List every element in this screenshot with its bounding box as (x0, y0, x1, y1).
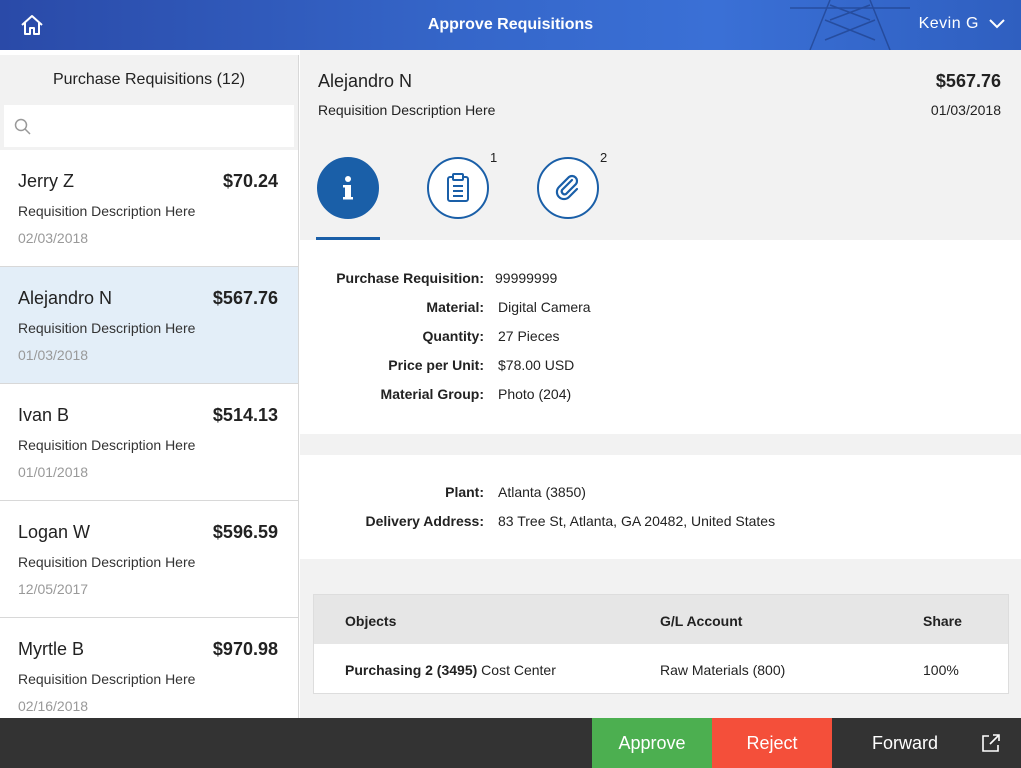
list-item[interactable]: Logan W $596.59 Requisition Description … (0, 501, 298, 618)
item-amount: $567.76 (212, 288, 278, 308)
item-amount: $514.13 (212, 405, 278, 425)
item-description: Requisition Description Here (18, 554, 196, 570)
item-date: 02/16/2018 (18, 698, 89, 714)
search-box[interactable] (4, 105, 294, 147)
item-date: 12/05/2017 (18, 581, 89, 597)
item-description: Requisition Description Here (18, 203, 196, 219)
item-description: Requisition Description Here (18, 671, 196, 687)
item-amount: $970.98 (212, 639, 278, 659)
field-value: 27 Pieces (498, 328, 560, 344)
account-assignment-table: Objects G/L Account Share Purchasing 2 (… (313, 594, 1009, 694)
action-footer: Approve Reject Forward (0, 718, 1021, 768)
requisition-list: Jerry Z $70.24 Requisition Description H… (0, 150, 298, 718)
field-value: 83 Tree St, Atlanta, GA 20482, United St… (498, 513, 776, 529)
clipboard-icon (447, 173, 469, 202)
item-date: 02/03/2018 (18, 230, 89, 246)
chevron-down-icon (989, 19, 1005, 29)
list-item[interactable]: Ivan B $514.13 Requisition Description H… (0, 384, 298, 501)
requisition-sidebar: Purchase Requisitions (12) Jerry Z $70.2… (0, 55, 299, 718)
field-row: Plant: Atlanta (3850) (300, 484, 1021, 504)
column-header: Share (923, 613, 962, 629)
item-description: Requisition Description Here (18, 437, 196, 453)
notes-count: 1 (490, 150, 498, 165)
user-name: Kevin G (918, 15, 979, 32)
tab-info[interactable] (317, 157, 379, 219)
share-cell: 100% (923, 662, 959, 678)
info-icon (343, 176, 353, 200)
list-item-selected[interactable]: Alejandro N $567.76 Requisition Descript… (0, 267, 298, 384)
app-header: Approve Requisitions Kevin G (0, 0, 1021, 50)
table-header: Objects G/L Account Share (314, 595, 1008, 644)
item-name: Myrtle B (18, 639, 85, 659)
field-value: Digital Camera (498, 299, 591, 315)
field-label: Material: (426, 299, 484, 315)
object-type: Cost Center (477, 662, 556, 678)
item-date: 01/01/2018 (18, 464, 89, 480)
field-row: Delivery Address: 83 Tree St, Atlanta, G… (300, 513, 1021, 533)
field-row: Quantity: 27 Pieces (300, 328, 1021, 348)
item-name: Alejandro N (18, 288, 113, 308)
field-row: Material Group: Photo (204) (300, 386, 1021, 406)
reject-button[interactable]: Reject (712, 718, 832, 768)
detail-description: Requisition Description Here (318, 102, 496, 118)
user-menu[interactable]: Kevin G (919, 15, 1005, 33)
list-item[interactable]: Myrtle B $970.98 Requisition Description… (0, 618, 298, 718)
approve-button[interactable]: Approve (592, 718, 712, 768)
detail-amount: $567.76 (935, 71, 1001, 91)
gl-account-cell: Raw Materials (800) (660, 662, 786, 678)
search-icon (14, 118, 31, 135)
detail-date: 01/03/2018 (930, 102, 1001, 118)
item-amount: $596.59 (212, 522, 278, 542)
item-name: Jerry Z (18, 171, 74, 191)
tab-notes[interactable] (427, 157, 489, 219)
page-title: Approve Requisitions (427, 16, 594, 33)
forward-label: Forward (872, 732, 939, 753)
field-label: Delivery Address: (365, 513, 484, 529)
field-label: Purchase Requisition: (336, 270, 484, 286)
field-label: Material Group: (380, 386, 484, 402)
field-row: Purchase Requisition: 99999999 (300, 270, 1021, 290)
detail-header: Alejandro N $567.76 Requisition Descript… (300, 50, 1021, 240)
detail-name: Alejandro N (318, 71, 413, 91)
item-name: Ivan B (18, 405, 70, 425)
forward-button[interactable]: Forward (832, 718, 1021, 768)
share-icon (982, 734, 1000, 752)
field-value: $78.00 USD (498, 357, 575, 373)
field-row: Price per Unit: $78.00 USD (300, 357, 1021, 377)
list-item[interactable]: Jerry Z $70.24 Requisition Description H… (0, 150, 298, 267)
field-value: 99999999 (495, 270, 558, 286)
field-label: Plant: (445, 484, 484, 500)
table-row: Purchasing 2 (3495) Cost Center Raw Mate… (314, 644, 1008, 694)
delivery-section: Plant: Atlanta (3850) Delivery Address: … (300, 455, 1021, 559)
paperclip-icon (555, 174, 579, 201)
field-label: Quantity: (422, 328, 484, 344)
detail-pane: Alejandro N $567.76 Requisition Descript… (300, 50, 1021, 718)
field-label: Price per Unit: (388, 357, 484, 373)
item-date: 01/03/2018 (18, 347, 89, 363)
column-header: G/L Account (660, 613, 743, 629)
field-row: Material: Digital Camera (300, 299, 1021, 319)
search-input[interactable] (40, 105, 290, 147)
field-value: Photo (204) (498, 386, 572, 402)
item-description: Requisition Description Here (18, 320, 196, 336)
column-header: Objects (345, 613, 397, 629)
objects-cell: Purchasing 2 (3495) Cost Center (345, 662, 556, 678)
requisition-info-section: Purchase Requisition: 99999999 Material:… (300, 240, 1021, 434)
sidebar-title: Purchase Requisitions (12) (52, 71, 246, 88)
attachments-count: 2 (600, 150, 608, 165)
tab-attachments[interactable] (537, 157, 599, 219)
field-value: Atlanta (3850) (498, 484, 586, 500)
item-amount: $70.24 (222, 171, 278, 191)
object-name: Purchasing 2 (3495) (345, 662, 478, 678)
item-name: Logan W (18, 522, 91, 542)
